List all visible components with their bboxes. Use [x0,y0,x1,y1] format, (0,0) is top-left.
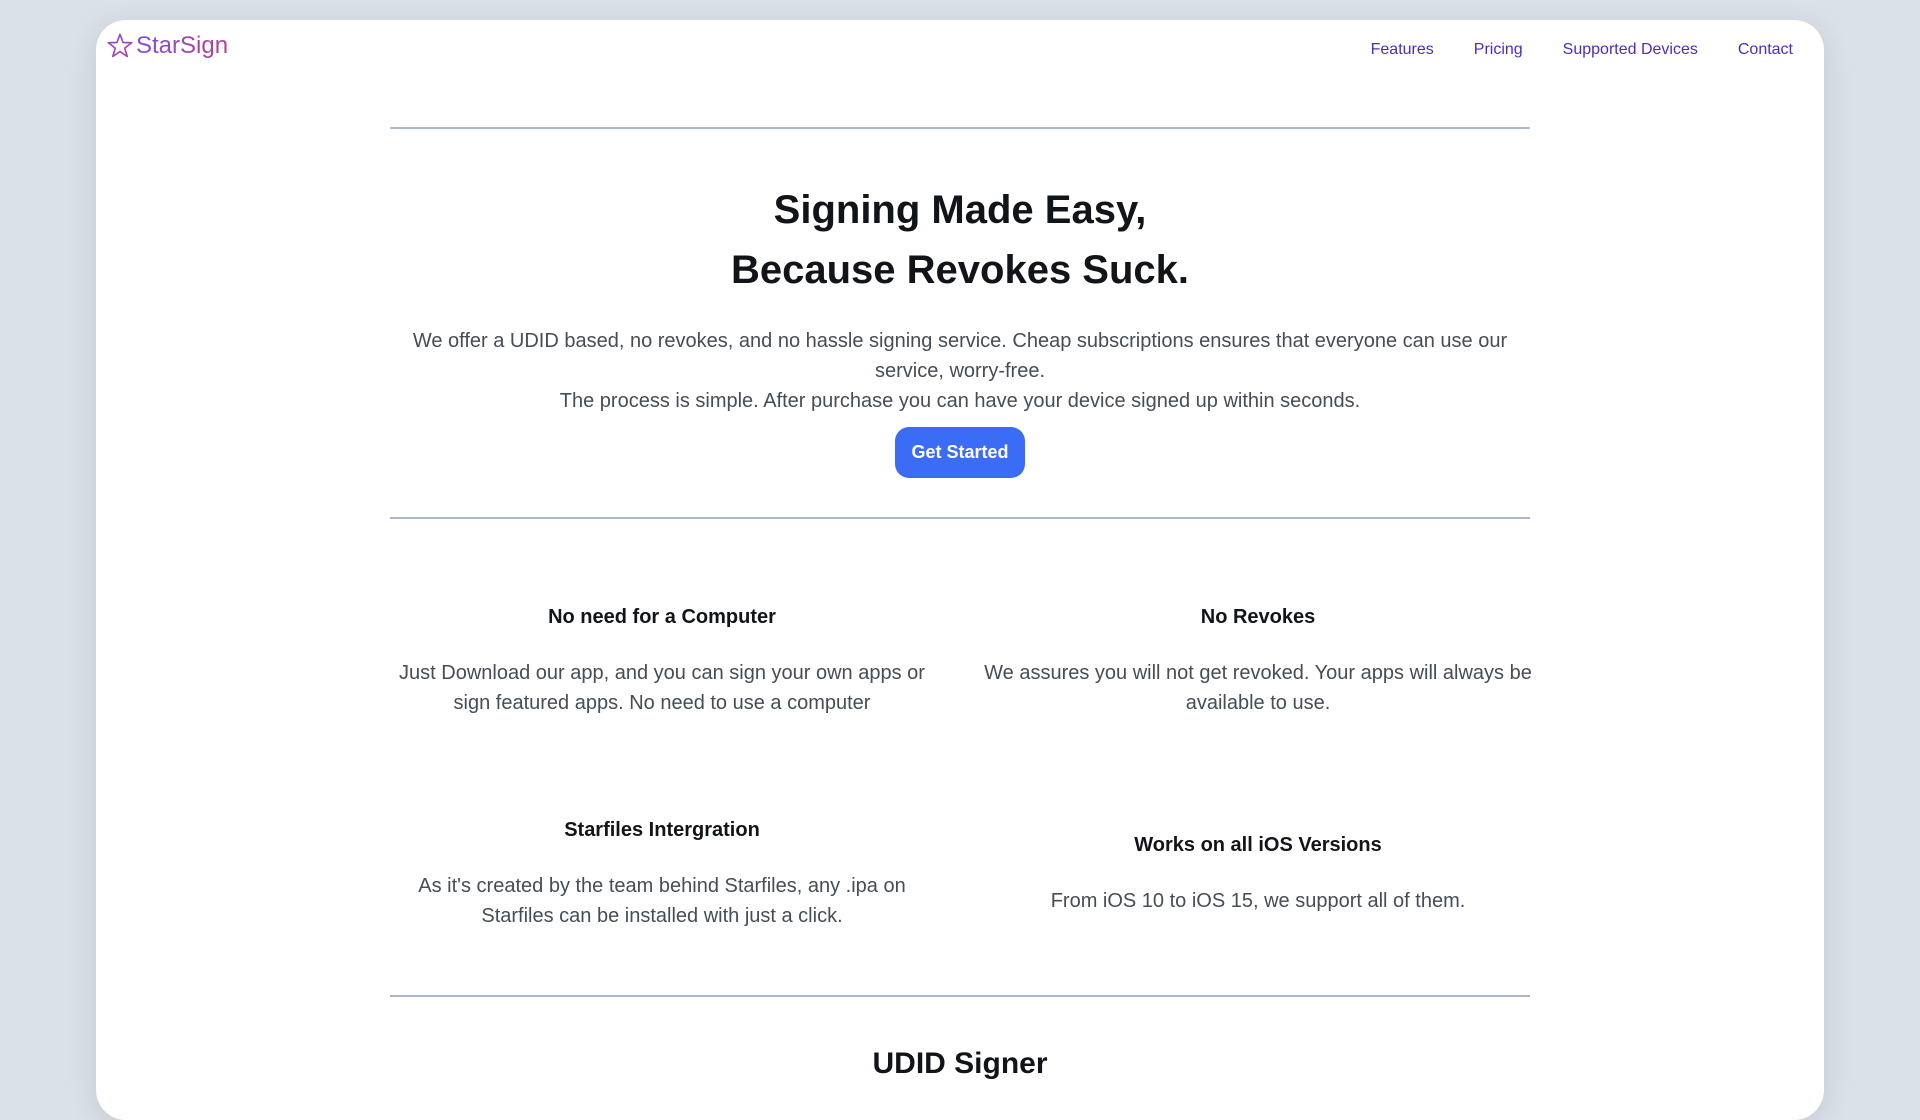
divider-features-bottom [390,995,1530,997]
brand-name: StarSign [136,32,229,59]
section-title-udid-signer: UDID Signer [872,1047,1048,1080]
hero-title: Signing Made Easy, Because Revokes Suck. [390,180,1530,300]
brand-logo-link[interactable]: StarSign [106,32,228,60]
feature-ios-versions: Works on all iOS Versions From iOS 10 to… [978,832,1538,916]
feature-text: We assures you will not get revoked. You… [984,662,1532,714]
nav-link-contact[interactable]: Contact [1738,40,1793,60]
hero-description-line-2: The process is simple. After purchase yo… [559,390,1361,412]
nav-link-supported-devices[interactable]: Supported Devices [1563,40,1698,60]
feature-title: No need for a Computer [548,606,776,628]
hero-description: We offer a UDID based, no revokes, and n… [390,326,1530,416]
hero-title-line-1: Signing Made Easy, [773,188,1147,232]
feature-no-revokes: No Revokes We assures you will not get r… [978,604,1538,718]
feature-title: No Revokes [1200,606,1316,628]
feature-starfiles-integration: Starfiles Intergration As it's created b… [382,817,942,931]
feature-text: From iOS 10 to iOS 15, we support all of… [1050,890,1466,912]
hero-title-line-2: Because Revokes Suck. [730,248,1190,292]
top-nav: Features Pricing Supported Devices Conta… [1331,40,1793,60]
feature-no-computer: No need for a Computer Just Download our… [382,604,942,718]
hero-description-line-1: We offer a UDID based, no revokes, and n… [412,330,1508,382]
divider-hero-bottom [390,517,1530,519]
divider-top [390,127,1530,129]
feature-text: Just Download our app, and you can sign … [399,662,925,714]
page-card: StarSign Features Pricing Supported Devi… [96,20,1824,1120]
star-outline-icon [107,33,133,58]
nav-link-pricing[interactable]: Pricing [1474,40,1523,60]
feature-title: Works on all iOS Versions [1134,834,1382,856]
feature-title: Starfiles Intergration [564,819,760,841]
feature-text: As it's created by the team behind Starf… [418,875,906,927]
nav-link-features[interactable]: Features [1371,40,1434,60]
get-started-button[interactable]: Get Started [895,427,1025,478]
